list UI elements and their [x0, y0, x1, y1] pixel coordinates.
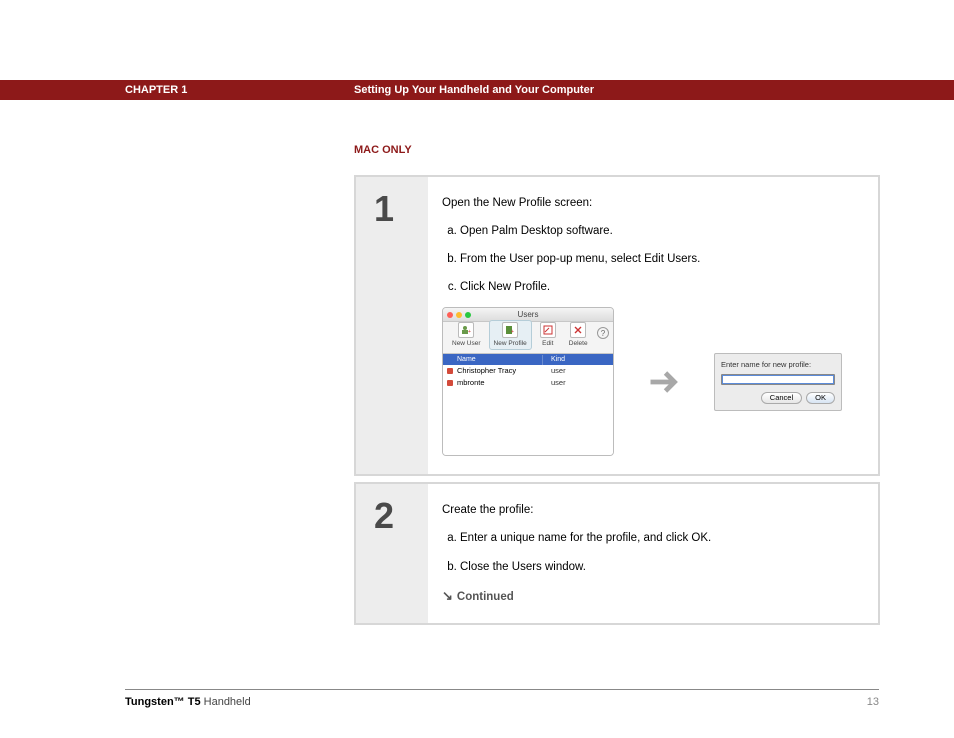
user-icon — [447, 368, 453, 374]
toolbar-edit[interactable]: Edit — [535, 320, 561, 350]
section-mac-only: MAC ONLY — [354, 144, 412, 156]
step-lead: Open the New Profile screen: — [442, 195, 858, 211]
step-lead: Create the profile: — [442, 502, 858, 518]
step-number: 1 — [356, 177, 428, 474]
svg-text:+: + — [468, 329, 471, 335]
step-1: 1 Open the New Profile screen: Open Palm… — [354, 175, 880, 476]
step-body: Open the New Profile screen: Open Palm D… — [428, 177, 878, 474]
user-name: Christopher Tracy — [457, 366, 516, 377]
list-header: Name Kind — [443, 354, 613, 365]
toolbar-label: New User — [452, 339, 481, 348]
col-kind[interactable]: Kind — [543, 355, 565, 365]
chapter-label: CHAPTER 1 — [125, 84, 187, 96]
users-toolbar: + New User + New Profile — [443, 322, 613, 354]
cancel-button[interactable]: Cancel — [761, 392, 802, 404]
delete-icon — [570, 322, 586, 338]
profile-name-field[interactable] — [721, 374, 835, 385]
header-band: CHAPTER 1 Setting Up Your Handheld and Y… — [0, 80, 954, 100]
step-number: 2 — [356, 484, 428, 622]
continued-arrow-icon: ↘ — [442, 587, 453, 605]
toolbar-new-user[interactable]: + New User — [447, 320, 486, 350]
user-kind: user — [543, 366, 566, 377]
window-title: Users — [443, 309, 613, 320]
toolbar-label: New Profile — [494, 339, 527, 348]
toolbar-label: Edit — [542, 339, 553, 348]
page-footer: Tungsten™ T5 Handheld 13 — [125, 689, 879, 708]
step-body: Create the profile: Enter a unique name … — [428, 484, 878, 622]
user-name: mbronte — [457, 378, 485, 389]
toolbar-new-profile[interactable]: + New Profile — [489, 320, 532, 350]
toolbar-delete[interactable]: Delete — [564, 320, 593, 350]
toolbar-label: Delete — [569, 339, 588, 348]
ok-button[interactable]: OK — [806, 392, 835, 404]
step-item: From the User pop-up menu, select Edit U… — [460, 251, 858, 267]
new-profile-icon: + — [502, 322, 518, 338]
step-item: Open Palm Desktop software. — [460, 223, 858, 239]
user-kind: user — [543, 378, 566, 389]
steps-area: 1 Open the New Profile screen: Open Palm… — [354, 175, 880, 631]
col-name[interactable]: Name — [443, 355, 543, 365]
dialog-label: Enter name for new profile: — [721, 360, 835, 371]
edit-icon — [540, 322, 556, 338]
users-window: Users + New User + — [442, 307, 614, 456]
help-icon[interactable]: ? — [597, 327, 609, 339]
arrow-right-icon — [644, 362, 684, 402]
svg-text:+: + — [511, 329, 514, 335]
footer-brand: Tungsten™ T5 Handheld — [125, 696, 251, 708]
step-item: Close the Users window. — [460, 559, 858, 575]
user-icon — [447, 380, 453, 386]
footer-brand-bold: Tungsten™ T5 — [125, 696, 201, 708]
step-2: 2 Create the profile: Enter a unique nam… — [354, 482, 880, 624]
list-body: Christopher Tracy user mbronte user — [443, 365, 613, 455]
continued-label: Continued — [457, 591, 514, 603]
chapter-title: Setting Up Your Handheld and Your Comput… — [354, 84, 594, 96]
list-item[interactable]: mbronte user — [443, 377, 613, 389]
step-item: Click New Profile. — [460, 279, 858, 295]
figure-row: Users + New User + — [442, 307, 858, 456]
page-number: 13 — [867, 696, 879, 708]
new-user-icon: + — [458, 322, 474, 338]
step-item: Enter a unique name for the profile, and… — [460, 530, 858, 546]
new-profile-dialog: Enter name for new profile: Cancel OK — [714, 353, 842, 412]
list-item[interactable]: Christopher Tracy user — [443, 365, 613, 377]
footer-brand-rest: Handheld — [201, 696, 251, 708]
continued-indicator: ↘ Continued — [442, 587, 858, 605]
